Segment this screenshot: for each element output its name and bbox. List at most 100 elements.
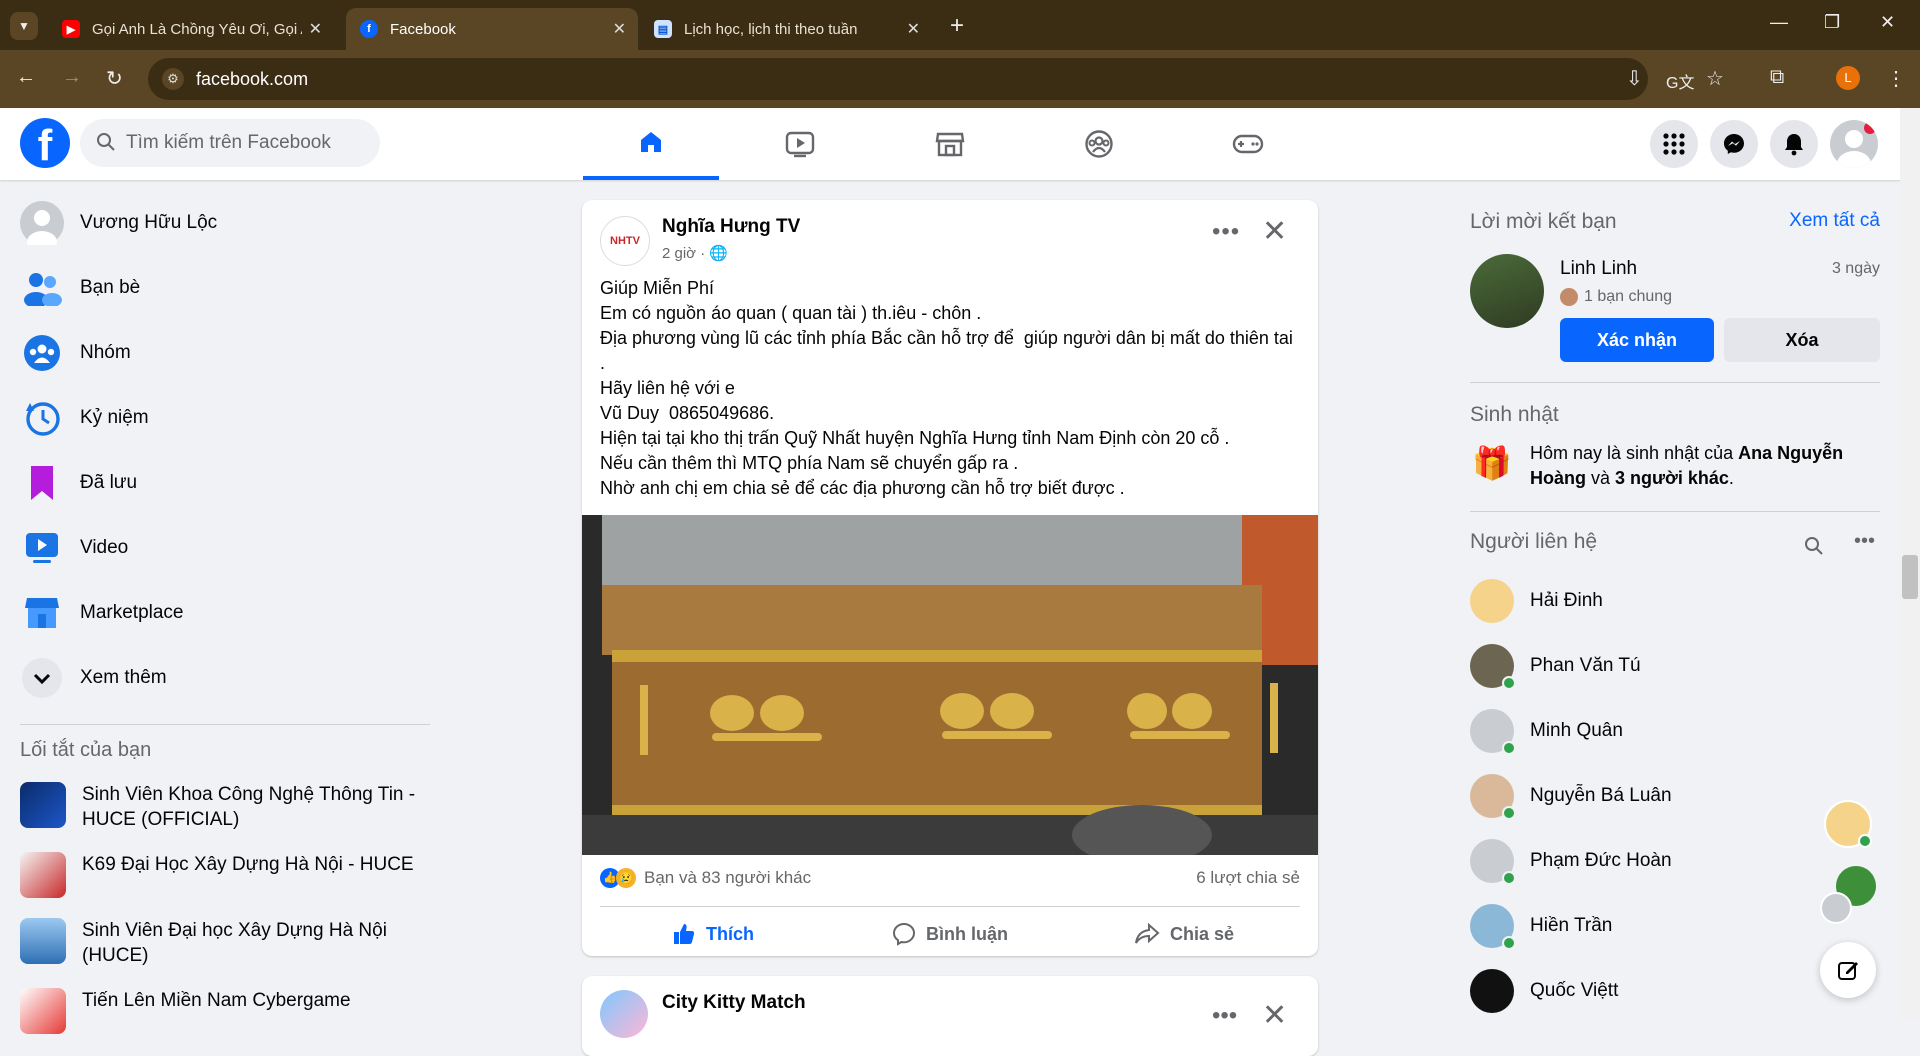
account-avatar[interactable] bbox=[1830, 120, 1878, 168]
sidebar-item-label: Nhóm bbox=[80, 341, 131, 363]
translate-icon[interactable]: G文 bbox=[1666, 69, 1694, 93]
scrollbar-thumb[interactable] bbox=[1902, 555, 1918, 599]
contact-item[interactable]: Minh Quân bbox=[1470, 698, 1880, 763]
sidebar-item-saved[interactable]: Đã lưu bbox=[8, 450, 438, 515]
install-icon[interactable]: ⇩ bbox=[1626, 66, 1643, 91]
birthday-item[interactable]: 🎁 Hôm nay là sinh nhật của Ana Nguyễn Ho… bbox=[1470, 441, 1880, 491]
delete-button[interactable]: Xóa bbox=[1724, 318, 1880, 362]
back-icon[interactable]: ← bbox=[16, 66, 36, 89]
contact-item[interactable]: Hải Đinh bbox=[1470, 568, 1880, 633]
sidebar-item-label: Marketplace bbox=[80, 601, 184, 623]
tab-marketplace[interactable] bbox=[882, 108, 1018, 180]
request-avatar[interactable] bbox=[1470, 254, 1544, 328]
hide-post-icon[interactable]: ✕ bbox=[1262, 998, 1287, 1033]
menu-button[interactable] bbox=[1650, 120, 1698, 168]
notifications-button[interactable] bbox=[1770, 120, 1818, 168]
tab-home[interactable] bbox=[583, 108, 719, 180]
url-text: facebook.com bbox=[196, 68, 309, 89]
hide-post-icon[interactable]: ✕ bbox=[1262, 214, 1287, 249]
post-author[interactable]: City Kitty Match bbox=[662, 992, 806, 1014]
online-indicator bbox=[1502, 675, 1516, 690]
shortcut-item[interactable]: Sinh Viên Khoa Công Nghệ Thông Tin - HUC… bbox=[8, 772, 438, 842]
request-name[interactable]: Linh Linh bbox=[1560, 258, 1637, 280]
birthday-others[interactable]: 3 người khác bbox=[1615, 468, 1729, 488]
shares-count[interactable]: 6 lượt chia sẻ bbox=[1196, 868, 1300, 888]
contact-item[interactable]: Phạm Đức Hoàn bbox=[1470, 828, 1880, 893]
site-info-icon[interactable]: ⚙ bbox=[162, 68, 184, 90]
confirm-button[interactable]: Xác nhận bbox=[1560, 318, 1714, 362]
window-close-icon[interactable]: ✕ bbox=[1880, 12, 1895, 33]
online-indicator bbox=[1502, 805, 1516, 820]
tab-gaming[interactable] bbox=[1180, 108, 1316, 180]
contact-item[interactable]: Nguyễn Bá Luân bbox=[1470, 763, 1880, 828]
comment-label: Bình luận bbox=[926, 923, 1008, 944]
reactions-text: Bạn và 83 người khác bbox=[644, 868, 812, 887]
shortcut-item[interactable]: Sinh Viên Đại học Xây Dựng Hà Nội (HUCE) bbox=[8, 908, 438, 978]
shortcuts-title: Lối tắt của bạn bbox=[20, 739, 152, 761]
contact-item[interactable]: Hiền Trần bbox=[1470, 893, 1880, 958]
search-input[interactable]: Tìm kiếm trên Facebook bbox=[80, 119, 380, 167]
browser-menu-icon[interactable]: ⋮ bbox=[1886, 66, 1906, 91]
post-image[interactable] bbox=[582, 515, 1318, 855]
extensions-icon[interactable]: ⧉ bbox=[1770, 66, 1784, 89]
shortcut-item[interactable]: K69 Đại Học Xây Dựng Hà Nội - HUCE bbox=[8, 842, 438, 908]
shortcut-item[interactable]: Tiến Lên Miền Nam Cybergame bbox=[8, 978, 438, 1044]
close-tab-icon[interactable]: ✕ bbox=[309, 19, 322, 39]
post-avatar[interactable] bbox=[600, 990, 648, 1038]
tab-title: Facebook bbox=[390, 20, 456, 38]
chat-head[interactable] bbox=[1824, 800, 1872, 848]
bookmark-star-icon[interactable]: ☆ bbox=[1706, 66, 1724, 91]
birthdays-title: Sinh nhật bbox=[1470, 403, 1559, 426]
sidebar-item-profile[interactable]: Vương Hữu Lộc bbox=[8, 190, 438, 255]
contact-item[interactable]: Phan Văn Tú bbox=[1470, 633, 1880, 698]
minimize-icon[interactable]: — bbox=[1770, 12, 1788, 33]
new-message-button[interactable] bbox=[1820, 942, 1876, 998]
tab-title: Gọi Anh Là Chồng Yêu Ơi, Gọi A bbox=[92, 20, 302, 38]
restore-icon[interactable]: ❐ bbox=[1824, 12, 1840, 33]
contact-name: Hiền Trần bbox=[1530, 914, 1613, 936]
post-author[interactable]: Nghĩa Hưng TV bbox=[662, 216, 800, 238]
tab-video[interactable] bbox=[732, 108, 868, 180]
see-all-link[interactable]: Xem tất cả bbox=[1789, 210, 1880, 232]
contact-item[interactable]: Quốc Việtt bbox=[1470, 958, 1880, 1023]
tab-youtube[interactable]: ▶ Gọi Anh Là Chồng Yêu Ơi, Gọi A ✕ bbox=[48, 8, 334, 50]
groups-icon bbox=[1085, 130, 1113, 158]
messenger-button[interactable] bbox=[1710, 120, 1758, 168]
tab-list-button[interactable]: ▼ bbox=[10, 12, 38, 40]
tab-schedule[interactable]: ▤ Lịch học, lịch thi theo tuần ✕ bbox=[640, 8, 932, 50]
compose-icon bbox=[1838, 962, 1858, 980]
sidebar-item-marketplace[interactable]: Marketplace bbox=[8, 580, 438, 645]
sidebar-item-groups[interactable]: Nhóm bbox=[8, 320, 438, 385]
more-options-icon[interactable]: ••• bbox=[1212, 218, 1240, 246]
birthday-prefix: Hôm nay là sinh nhật của bbox=[1530, 443, 1739, 463]
divider bbox=[1470, 511, 1880, 512]
close-tab-icon[interactable]: ✕ bbox=[907, 19, 920, 39]
thumbs-up-icon bbox=[674, 924, 695, 944]
youtube-icon: ▶ bbox=[62, 20, 80, 38]
tab-facebook[interactable]: f Facebook ✕ bbox=[346, 8, 638, 50]
post-avatar[interactable]: NHTV bbox=[600, 216, 650, 266]
profile-avatar[interactable]: L bbox=[1836, 66, 1860, 90]
sidebar-item-memories[interactable]: Kỷ niệm bbox=[8, 385, 438, 450]
more-options-icon[interactable]: ••• bbox=[1854, 530, 1875, 553]
chat-head[interactable] bbox=[1820, 892, 1852, 924]
search-icon[interactable] bbox=[1804, 536, 1824, 556]
reload-icon[interactable]: ↻ bbox=[106, 66, 123, 91]
more-options-icon[interactable]: ••• bbox=[1212, 1002, 1237, 1030]
new-tab-button[interactable]: + bbox=[950, 12, 964, 40]
facebook-logo[interactable]: f bbox=[20, 118, 70, 170]
comment-button[interactable]: Bình luận bbox=[892, 912, 1008, 956]
close-tab-icon[interactable]: ✕ bbox=[613, 19, 626, 39]
sidebar-item-label: Xem thêm bbox=[80, 666, 167, 688]
forward-icon[interactable]: → bbox=[62, 66, 82, 89]
reactions-summary[interactable]: 👍 😢 Bạn và 83 người khác bbox=[600, 868, 811, 888]
sidebar-item-friends[interactable]: Bạn bè bbox=[8, 255, 438, 320]
like-button[interactable]: Thích bbox=[672, 912, 754, 956]
tab-groups[interactable] bbox=[1031, 108, 1167, 180]
share-icon bbox=[1135, 922, 1160, 944]
sidebar-item-video[interactable]: Video bbox=[8, 515, 438, 580]
sidebar-item-see-more[interactable]: Xem thêm bbox=[8, 645, 438, 710]
address-bar[interactable]: ⚙ facebook.com bbox=[148, 58, 1648, 100]
share-button[interactable]: Chia sẻ bbox=[1134, 912, 1234, 956]
post-time[interactable]: 2 giờ · bbox=[662, 245, 705, 262]
